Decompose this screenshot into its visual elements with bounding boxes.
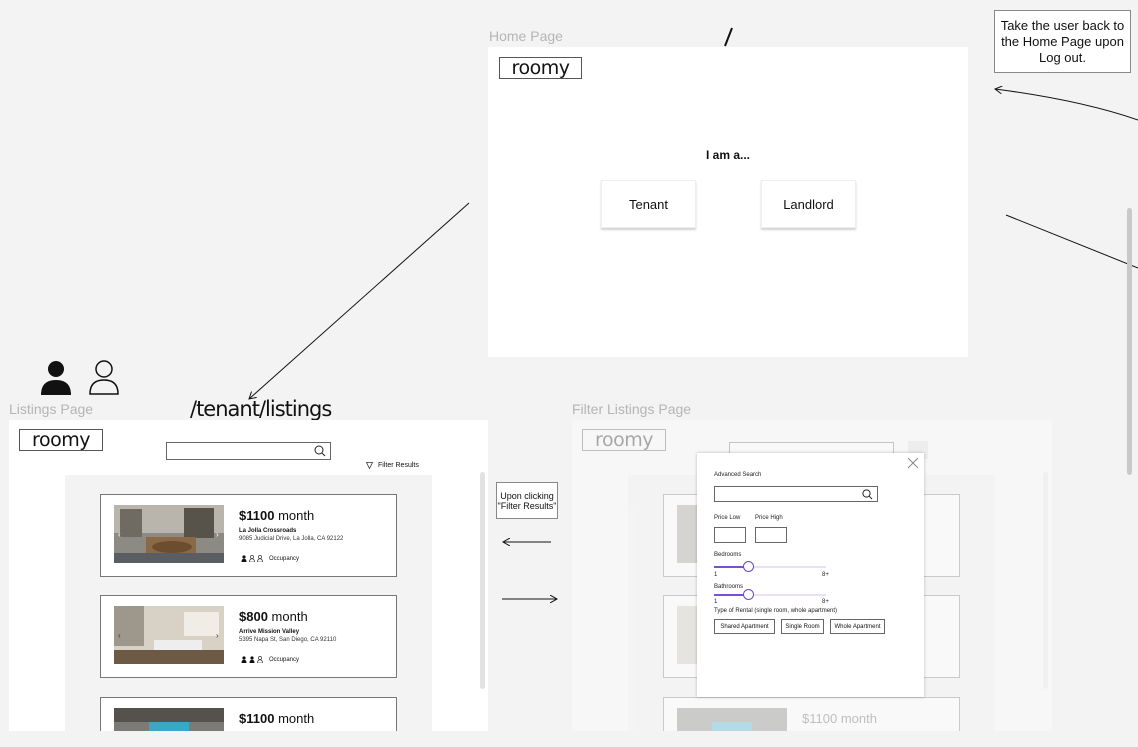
listings-logo[interactable]: roomy <box>19 429 103 451</box>
search-icon <box>314 445 326 457</box>
filter-page-logo: roomy <box>582 429 666 451</box>
listings-route: /tenant/listings <box>190 397 332 421</box>
price-low-label: Price Low <box>714 515 741 521</box>
bedrooms-min: 1 <box>714 572 718 578</box>
bathrooms-min: 1 <box>714 599 718 605</box>
outline-user-icon <box>89 360 119 395</box>
listing-price: $800 month <box>239 609 308 624</box>
occupancy-label: Occupancy <box>269 555 300 562</box>
search-icon <box>862 489 873 500</box>
listing-photo: ‹ › <box>114 505 224 563</box>
filter-page-card: $1100 month <box>663 697 960 731</box>
listing-price: $1100 month <box>239 508 315 523</box>
occupancy-icons <box>241 656 263 663</box>
listings-frame-label: Listings Page <box>9 401 94 417</box>
bathrooms-max: 8+ <box>822 599 829 605</box>
listing-card[interactable]: $1100 month <box>100 697 397 731</box>
filled-user-icon <box>41 361 71 395</box>
bedrooms-max: 8+ <box>822 572 829 578</box>
listings-frame: roomy Filter Results ‹ › $1100 month La … <box>9 420 488 731</box>
listing-name: La Jolla Crossroads <box>239 528 297 534</box>
listing-address: 5395 Napa St, San Diego, CA 92110 <box>239 637 337 643</box>
listing-photo <box>114 708 224 731</box>
filter-results-button[interactable]: Filter Results <box>366 462 419 469</box>
svg-text:‹: ‹ <box>118 530 121 539</box>
price-low-input[interactable] <box>714 527 746 543</box>
filter-note: Upon clicking "Filter Results" <box>496 482 558 519</box>
bathrooms-label: Bathrooms <box>714 584 744 590</box>
filter-note-text: Upon clicking "Filter Results" <box>497 490 557 511</box>
svg-text:›: › <box>216 631 219 640</box>
landlord-arrow <box>1005 214 1138 269</box>
logout-note-text: Take the user back to the Home Page upon… <box>1000 17 1125 65</box>
listing-name: Arrive Mission Valley <box>239 629 300 635</box>
bedrooms-label: Bedrooms <box>714 552 742 558</box>
price-high-input[interactable] <box>755 527 787 543</box>
close-icon[interactable] <box>907 457 919 469</box>
svg-text:›: › <box>216 530 219 539</box>
listing-photo <box>677 708 787 731</box>
rental-type-label: Type of Rental (single room, whole apart… <box>714 608 838 614</box>
filter-icon <box>366 462 373 469</box>
listing-card[interactable]: ‹ › $800 month Arrive Mission Valley 539… <box>100 595 397 678</box>
listing-card[interactable]: ‹ › $1100 month La Jolla Crossroads 9085… <box>100 494 397 577</box>
svg-text:‹: ‹ <box>118 631 121 640</box>
listing-price: $1100 month <box>239 711 315 726</box>
filter-page-scrollbar <box>1043 472 1048 689</box>
filter-frame-label: Filter Listings Page <box>572 401 692 417</box>
option-single-room[interactable]: Single Room <box>781 619 824 634</box>
advanced-search-modal: Advanced Search Price Low Price High Bed… <box>697 453 924 697</box>
occupancy-label: Occupancy <box>269 656 300 663</box>
page-scrollbar[interactable] <box>1127 208 1132 475</box>
occupancy-row: Occupancy <box>241 555 299 562</box>
advanced-search-title: Advanced Search <box>714 472 762 478</box>
listings-search-input[interactable] <box>166 442 331 460</box>
listing-photo: ‹ › <box>114 606 224 664</box>
price-high-label: Price High <box>755 515 783 521</box>
home-route-slash <box>724 27 733 47</box>
occupancy-icons <box>241 555 263 562</box>
tenant-to-listings-arrow <box>249 202 470 399</box>
bathrooms-slider-knob[interactable] <box>743 589 754 600</box>
listing-address: 9085 Judicial Drive, La Jolla, CA 92122 <box>239 536 344 542</box>
option-whole-apartment[interactable]: Whole Apartment <box>830 619 885 634</box>
option-shared-apartment[interactable]: Shared Apartment <box>714 619 775 634</box>
filter-page-price: $1100 month <box>802 711 877 726</box>
filter-results-label: Filter Results <box>378 462 419 469</box>
logout-note: Take the user back to the Home Page upon… <box>994 10 1131 73</box>
filter-frame: roomy $1100 month Advanced Search Price … <box>572 420 1052 731</box>
listings-scrollbar[interactable] <box>480 472 485 689</box>
advanced-search-input[interactable] <box>714 486 878 502</box>
bedrooms-slider-knob[interactable] <box>743 561 754 572</box>
logout-arrow <box>995 89 1138 121</box>
occupancy-row: Occupancy <box>241 656 299 663</box>
